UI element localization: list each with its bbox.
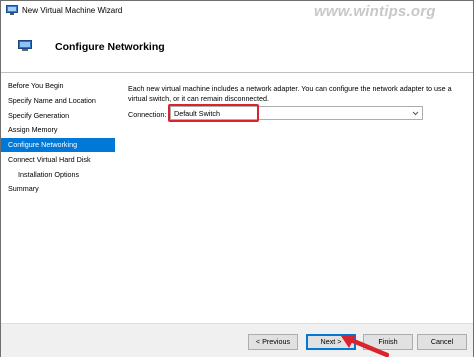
sidebar-item-installation-options[interactable]: Installation Options xyxy=(1,168,115,182)
sidebar-item-specify-generation[interactable]: Specify Generation xyxy=(1,109,115,123)
wizard-footer: < Previous Next > Finish Cancel xyxy=(1,323,473,357)
sidebar-item-assign-memory[interactable]: Assign Memory xyxy=(1,123,115,137)
chevron-down-icon xyxy=(412,111,419,116)
previous-button[interactable]: < Previous xyxy=(248,334,298,350)
sidebar-item-summary[interactable]: Summary xyxy=(1,182,115,196)
cancel-button[interactable]: Cancel xyxy=(417,334,467,350)
network-adapter-icon xyxy=(18,40,32,51)
watermark: www.wintips.org xyxy=(314,3,436,20)
window-title: New Virtual Machine Wizard xyxy=(22,6,123,15)
annotation-highlight-box xyxy=(168,104,259,122)
sidebar-item-specify-name-and-location[interactable]: Specify Name and Location xyxy=(1,94,115,108)
page-title: Configure Networking xyxy=(55,41,165,53)
wizard-header: Configure Networking xyxy=(1,21,473,73)
wizard-steps-sidebar: Before You Begin Specify Name and Locati… xyxy=(1,73,117,323)
sidebar-item-configure-networking[interactable]: Configure Networking xyxy=(1,138,115,152)
annotation-arrow-icon xyxy=(341,335,389,357)
networking-description: Each new virtual machine includes a netw… xyxy=(128,84,452,103)
title-bar: New Virtual Machine Wizard www.wintips.o… xyxy=(1,1,473,21)
wizard-window: New Virtual Machine Wizard www.wintips.o… xyxy=(0,0,474,357)
connection-label: Connection: xyxy=(128,110,167,119)
sidebar-item-before-you-begin[interactable]: Before You Begin xyxy=(1,79,115,93)
virtual-machine-icon xyxy=(6,5,18,15)
sidebar-item-connect-virtual-hard-disk[interactable]: Connect Virtual Hard Disk xyxy=(1,153,115,167)
